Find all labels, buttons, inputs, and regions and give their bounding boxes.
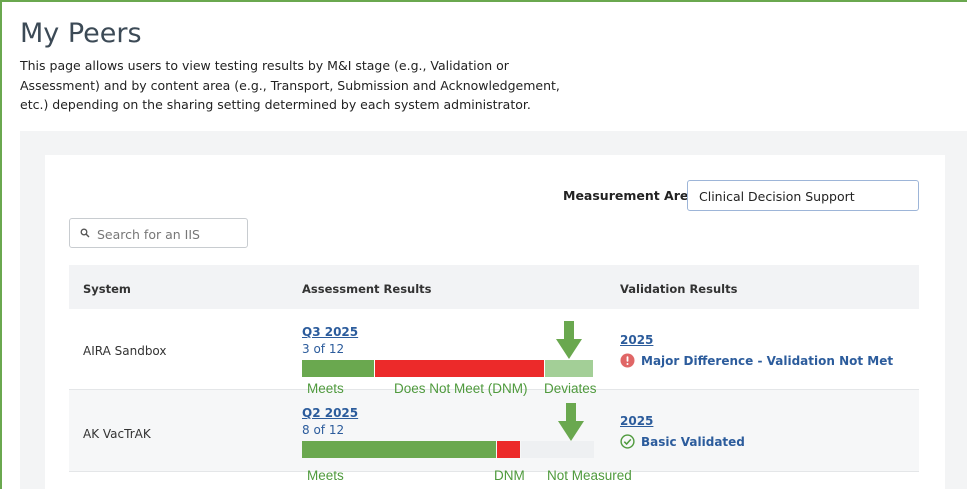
measurement-area-select[interactable]: Clinical Decision Support <box>687 180 919 211</box>
assessment-count: 3 of 12 <box>302 342 345 356</box>
annotation-dnm: Does Not Meet (DNM) <box>394 381 528 396</box>
validation-year-link[interactable]: 2025 <box>620 414 653 428</box>
assessment-period-link[interactable]: Q2 2025 <box>302 406 358 420</box>
validation-year-link[interactable]: 2025 <box>620 333 653 347</box>
search-placeholder: Search for an IIS <box>97 227 200 242</box>
bar-segment-dnm <box>497 441 520 458</box>
annotation-meets: Meets <box>307 468 344 483</box>
assessment-bar <box>302 360 594 377</box>
search-input[interactable]: Search for an IIS <box>69 218 248 248</box>
assessment-period-link[interactable]: Q3 2025 <box>302 325 358 339</box>
bar-segment-meets <box>302 360 374 377</box>
bar-segment-dnm <box>375 360 544 377</box>
measurement-area-label: Measurement Area: <box>563 188 702 203</box>
arrow-down-icon <box>558 403 584 441</box>
annotation-not-measured: Not Measured <box>547 468 632 483</box>
exclamation-circle-icon <box>620 353 635 368</box>
annotation-deviates: Deviates <box>544 381 597 396</box>
bar-segment-deviates <box>545 360 593 377</box>
column-header-assessment: Assessment Results <box>302 282 432 296</box>
column-header-validation: Validation Results <box>620 282 738 296</box>
validation-status-text: Major Difference - Validation Not Met <box>641 354 894 368</box>
table-row: AK VacTrAK Q2 2025 8 of 12 2025 Basic Va… <box>69 390 919 472</box>
system-name: AK VacTrAK <box>83 427 151 441</box>
check-circle-icon <box>620 434 635 449</box>
validation-status-text: Basic Validated <box>641 435 745 449</box>
assessment-count: 8 of 12 <box>302 423 345 437</box>
search-icon <box>80 228 90 238</box>
arrow-down-icon <box>556 321 582 359</box>
table-row: AIRA Sandbox Q3 2025 3 of 12 2025 Major … <box>69 309 919 390</box>
annotation-meets: Meets <box>307 381 344 396</box>
bar-segment-not-measured <box>521 441 594 458</box>
annotation-dnm: DNM <box>494 468 525 483</box>
system-name: AIRA Sandbox <box>83 344 167 358</box>
page-title: My Peers <box>20 18 142 49</box>
bar-segment-meets <box>302 441 496 458</box>
table-header: System Assessment Results Validation Res… <box>69 265 919 309</box>
page-description: This page allows users to view testing r… <box>20 58 560 112</box>
column-header-system: System <box>83 282 131 296</box>
assessment-bar <box>302 441 594 458</box>
